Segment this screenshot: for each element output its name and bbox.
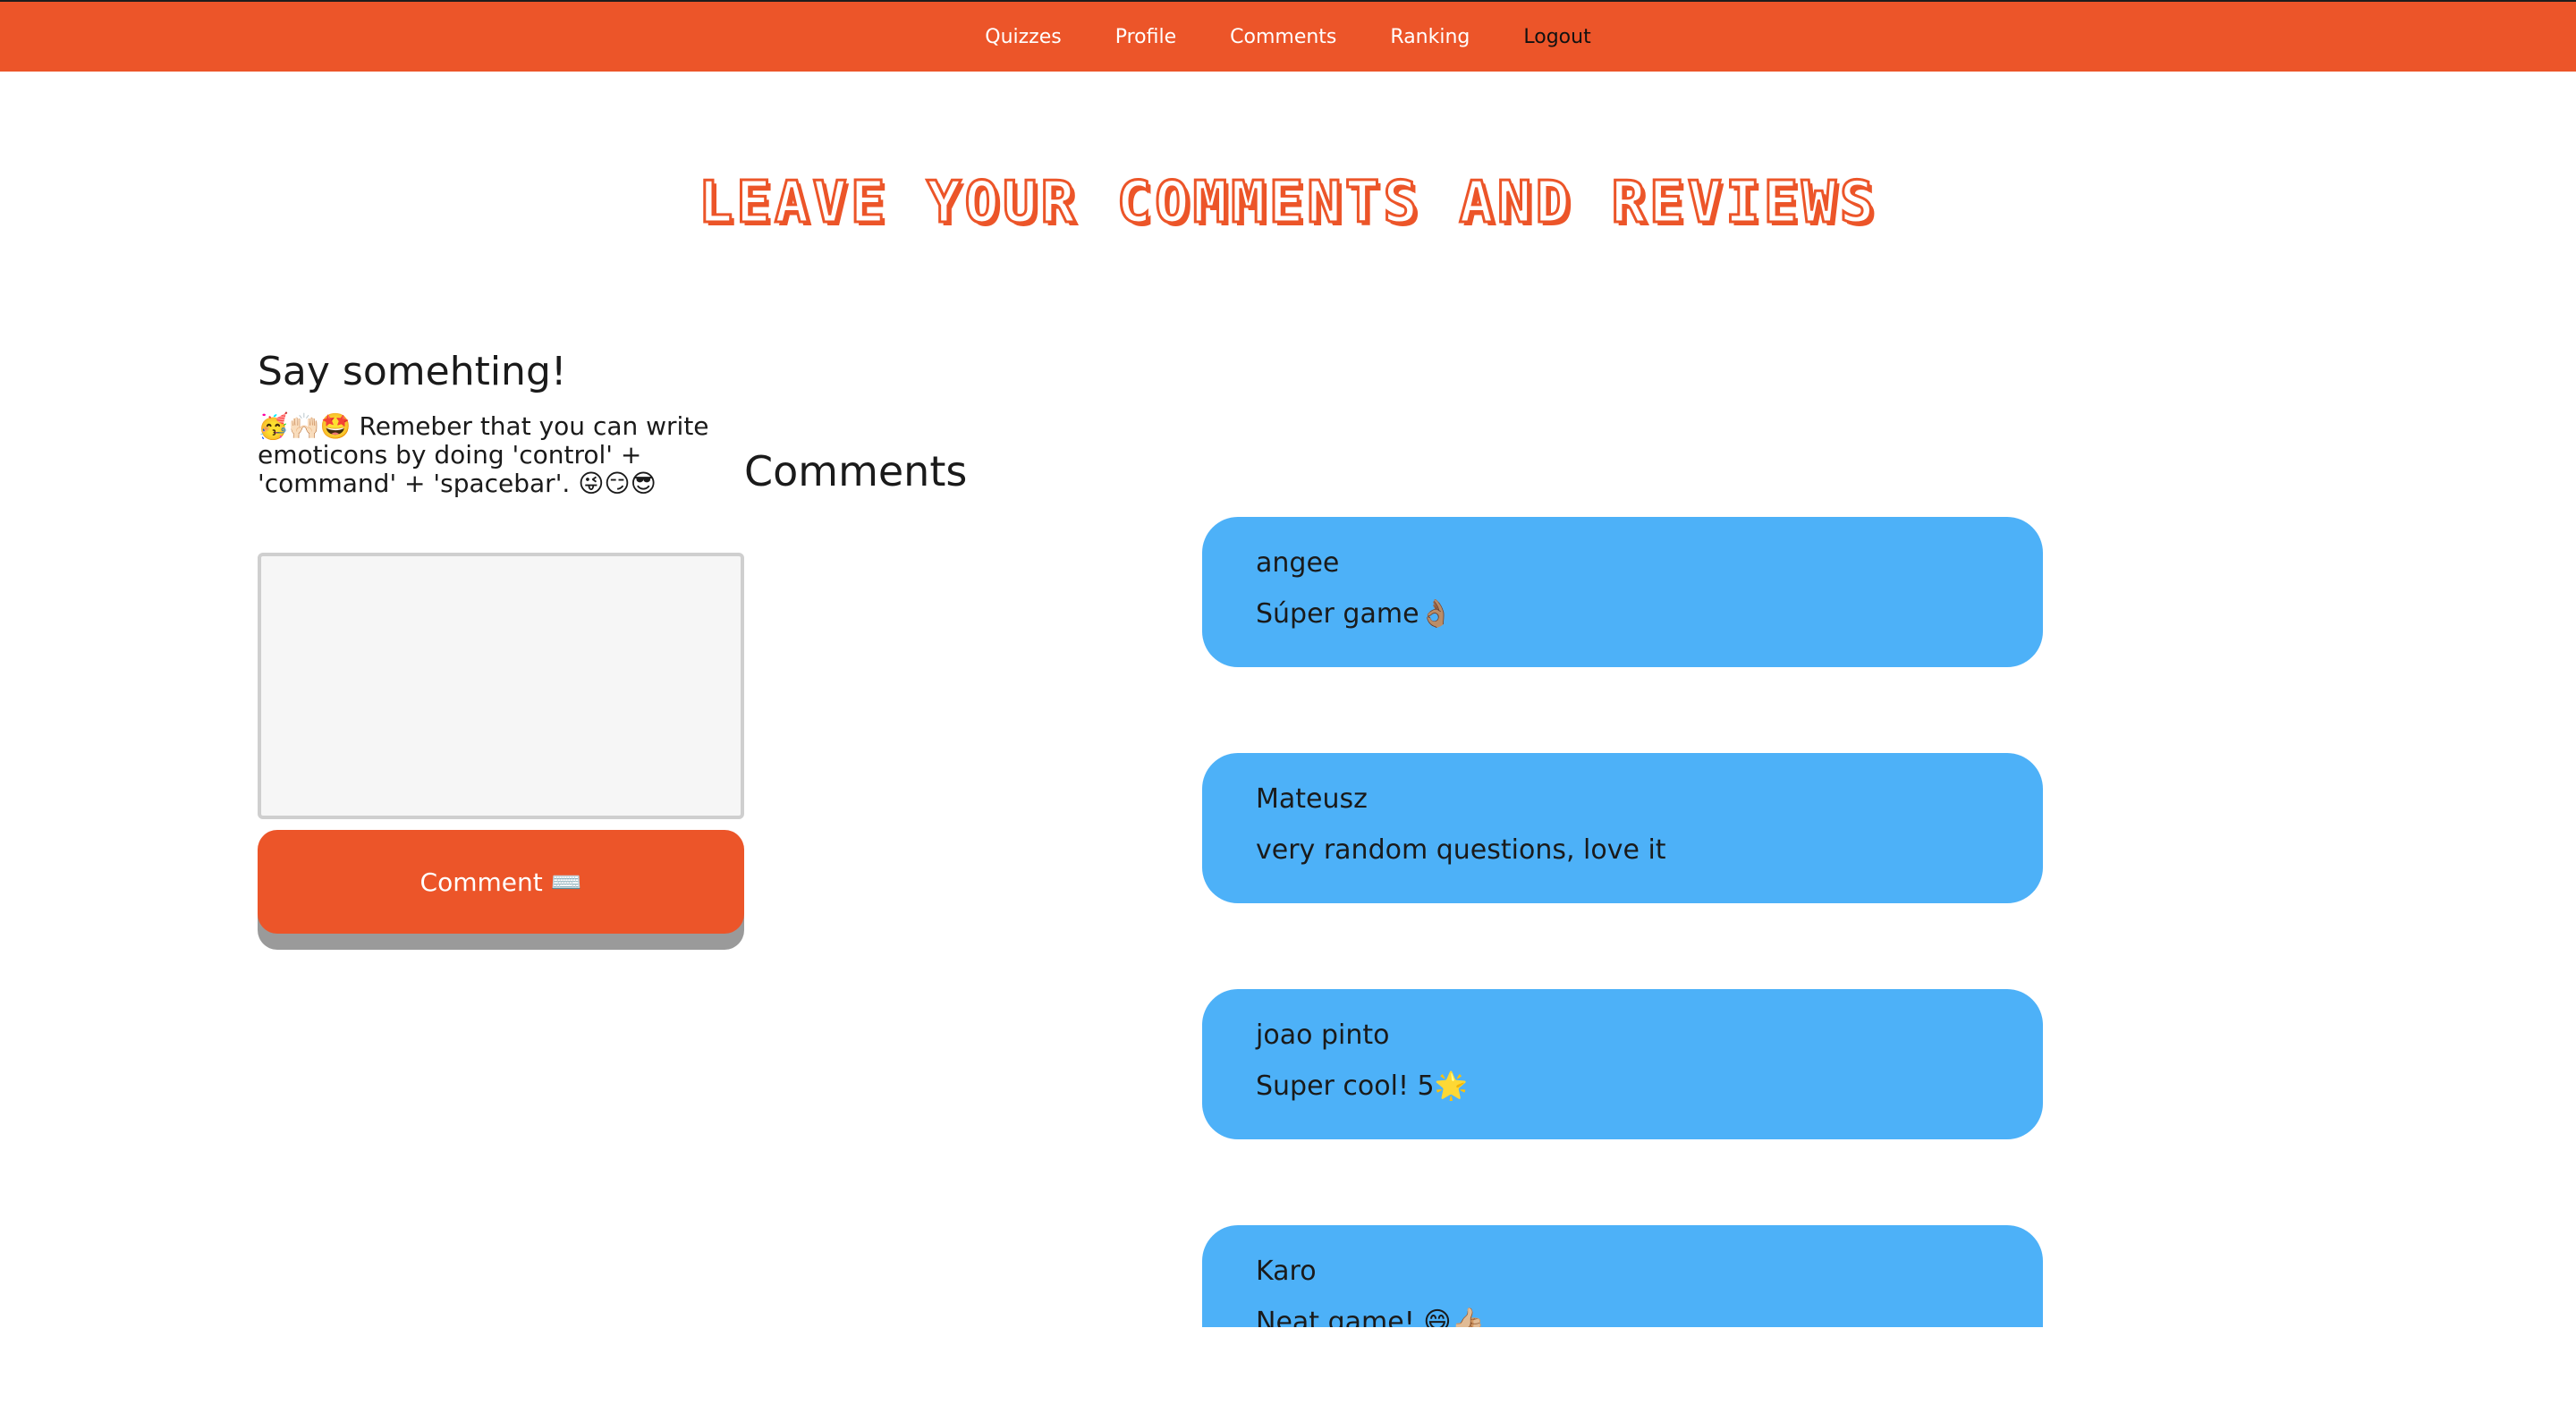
- page-title: Leave your comments and reviews: [697, 169, 1878, 238]
- nav-link-profile[interactable]: Profile: [1115, 26, 1176, 48]
- comment-textarea[interactable]: [258, 553, 744, 819]
- comment-author: Mateusz: [1256, 783, 1368, 815]
- comment-card: joao pinto Super cool! 5🌟: [1202, 989, 2043, 1139]
- nav-link-comments[interactable]: Comments: [1230, 26, 1336, 48]
- comment-author: joao pinto: [1256, 1020, 1390, 1051]
- emoticon-hint: 🥳🙌🏻🤩 Remeber that you can write emoticon…: [258, 411, 709, 498]
- comment-button[interactable]: Comment ⌨️: [258, 830, 744, 934]
- nav-link-ranking[interactable]: Ranking: [1390, 26, 1470, 48]
- comment-body: Súper game👌🏽: [1256, 598, 1453, 630]
- comment-body: Super cool! 5🌟: [1256, 1070, 1468, 1102]
- comment-author: Karo: [1256, 1256, 1317, 1287]
- main-nav: Quizzes Profile Comments Ranking Logout: [0, 2, 2576, 72]
- top-nav-bar: Quizzes Profile Comments Ranking Logout: [0, 0, 2576, 72]
- nav-link-quizzes[interactable]: Quizzes: [985, 26, 1061, 48]
- comments-heading: Comments: [744, 447, 968, 495]
- comments-list[interactable]: angee Súper game👌🏽 Mateusz very random q…: [1202, 517, 2043, 1327]
- composer-heading: Say somehting!: [258, 349, 567, 394]
- comment-composer: Say somehting! 🥳🙌🏻🤩 Remeber that you can…: [258, 349, 744, 498]
- comment-card: Karo Neat game! 😄👍🏼: [1202, 1225, 2043, 1327]
- comment-body: Neat game! 😄👍🏼: [1256, 1307, 1485, 1327]
- comment-card: Mateusz very random questions, love it: [1202, 753, 2043, 903]
- logout-link[interactable]: Logout: [1523, 26, 1590, 48]
- comment-author: angee: [1256, 547, 1340, 579]
- comment-card: angee Súper game👌🏽: [1202, 517, 2043, 667]
- comment-body: very random questions, love it: [1256, 834, 1666, 866]
